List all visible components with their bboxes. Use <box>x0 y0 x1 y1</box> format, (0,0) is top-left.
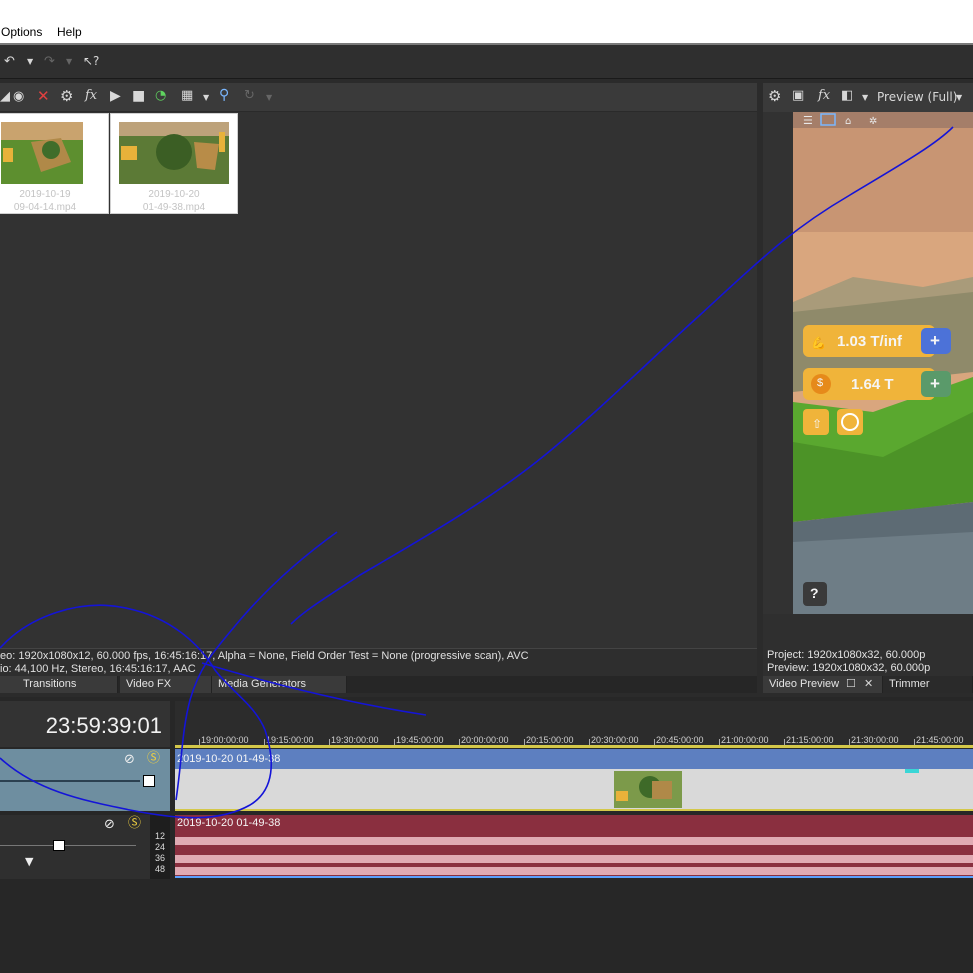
freehand-annotation <box>0 126 954 819</box>
